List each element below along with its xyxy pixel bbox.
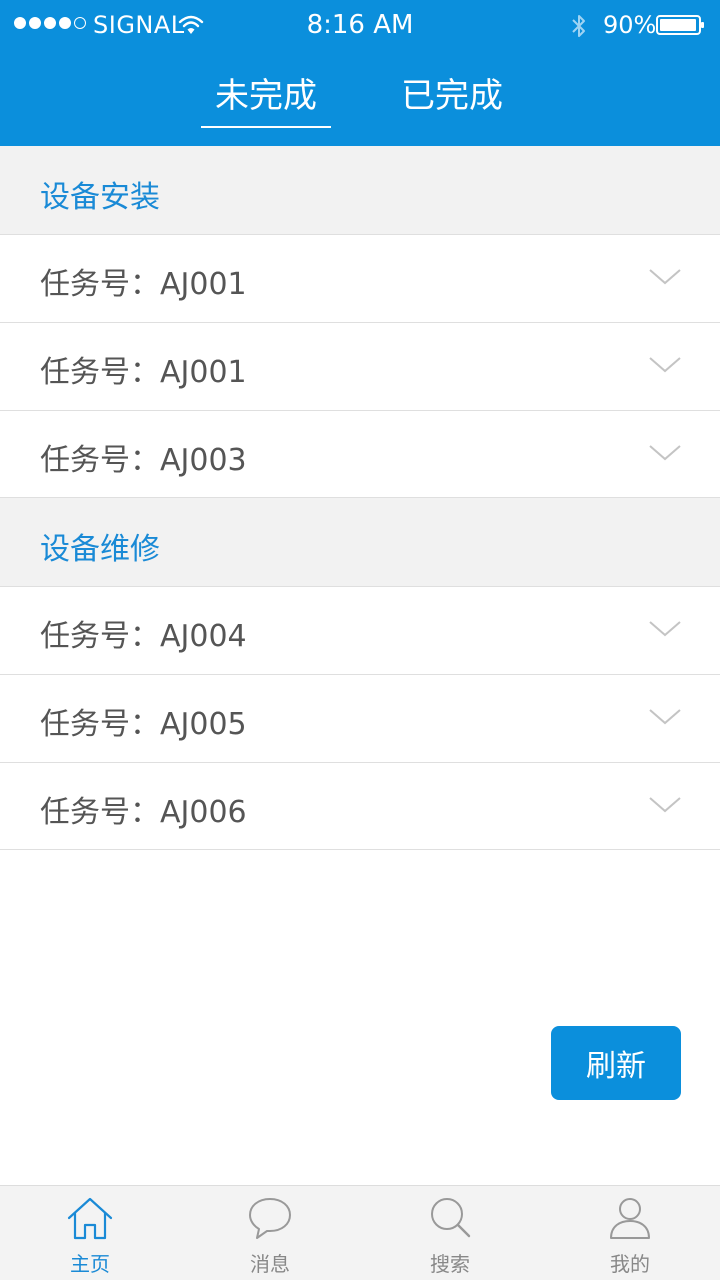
nav-item-profile[interactable]: 我的 (540, 1186, 720, 1280)
section-header-repair: 设备维修 (0, 498, 720, 586)
bluetooth-icon (572, 15, 585, 37)
tab-label: 未完成 (215, 76, 317, 116)
task-row[interactable]: 任务号：AJ006 (0, 762, 720, 850)
task-number: 任务号：AJ001 (40, 355, 247, 390)
chevron-down-icon (649, 445, 681, 461)
nav-label: 消息 (250, 1252, 290, 1276)
tab-completed[interactable]: 已完成 (401, 70, 503, 128)
chevron-down-icon (649, 621, 681, 637)
task-number: 任务号：AJ005 (40, 707, 247, 742)
section-title: 设备维修 (40, 532, 160, 567)
task-row[interactable]: 任务号：AJ003 (0, 410, 720, 498)
nav-label: 主页 (70, 1252, 110, 1276)
battery-percent: 90% (603, 11, 657, 39)
user-icon (610, 1198, 650, 1239)
task-number: 任务号：AJ001 (40, 267, 247, 302)
app-screen: SIGNAL 8:16 AM 90% 未完成 已完成 设备安装 任务号：AJ00… (0, 0, 720, 1280)
tab-label: 已完成 (401, 76, 503, 116)
task-number: 任务号：AJ004 (40, 619, 247, 654)
chevron-down-icon (649, 269, 681, 285)
section-title: 设备安装 (40, 180, 160, 215)
chevron-down-icon (649, 357, 681, 373)
task-row[interactable]: 任务号：AJ001 (0, 322, 720, 410)
nav-item-search[interactable]: 搜索 (360, 1186, 540, 1280)
tab-bar: 未完成 已完成 (0, 70, 720, 130)
task-number: 任务号：AJ003 (40, 443, 247, 478)
task-row[interactable]: 任务号：AJ005 (0, 674, 720, 762)
active-tab-indicator (201, 126, 331, 128)
section-header-install: 设备安装 (0, 146, 720, 234)
chevron-down-icon (649, 797, 681, 813)
chat-bubble-icon (249, 1198, 291, 1239)
task-row[interactable]: 任务号：AJ001 (0, 234, 720, 322)
header: SIGNAL 8:16 AM 90% 未完成 已完成 (0, 0, 720, 146)
search-icon (431, 1198, 471, 1238)
nav-item-home[interactable]: 主页 (0, 1186, 180, 1280)
nav-label: 我的 (610, 1252, 650, 1276)
nav-item-messages[interactable]: 消息 (180, 1186, 360, 1280)
task-number: 任务号：AJ006 (40, 795, 247, 830)
bottom-nav: 主页 消息 搜索 我的 (0, 1185, 720, 1280)
task-row[interactable]: 任务号：AJ004 (0, 586, 720, 674)
home-icon (67, 1197, 113, 1240)
refresh-button[interactable]: 刷新 (551, 1026, 681, 1100)
chevron-down-icon (649, 709, 681, 725)
battery-icon (656, 15, 704, 35)
tab-incomplete[interactable]: 未完成 (201, 70, 331, 128)
status-bar: SIGNAL 8:16 AM 90% (0, 0, 720, 50)
nav-label: 搜索 (430, 1252, 470, 1276)
